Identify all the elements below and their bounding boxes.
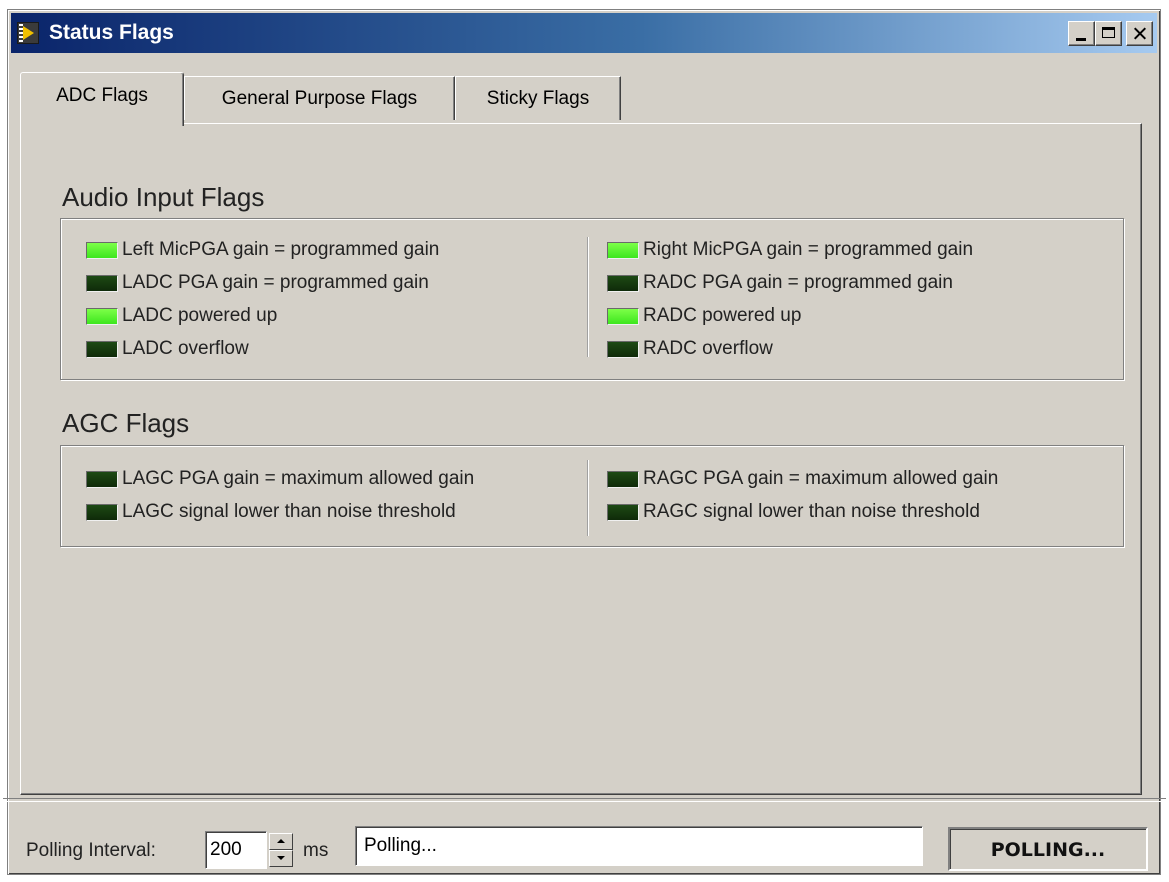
flag-label: Left MicPGA gain = programmed gain bbox=[122, 239, 440, 260]
tab-sticky-flags[interactable]: Sticky Flags bbox=[455, 76, 621, 120]
led-indicator-off bbox=[607, 503, 639, 521]
led-indicator-off bbox=[607, 274, 639, 292]
polling-interval-label: Polling Interval: bbox=[26, 840, 156, 861]
led-indicator-off bbox=[86, 503, 118, 521]
flag-label: RADC overflow bbox=[643, 338, 773, 359]
window-title: Status Flags bbox=[49, 21, 174, 44]
interval-spinner[interactable] bbox=[269, 833, 293, 867]
flag-ragc-signal-low: RAGC signal lower than noise threshold bbox=[607, 498, 980, 526]
flag-label: LADC overflow bbox=[122, 338, 249, 359]
flag-radc-powered-up: RADC powered up bbox=[607, 302, 801, 330]
flag-radc-pga-gain: RADC PGA gain = programmed gain bbox=[607, 269, 953, 297]
group-divider bbox=[587, 237, 588, 357]
title-bar[interactable]: Status Flags bbox=[11, 13, 1157, 53]
flag-label: RADC powered up bbox=[643, 305, 802, 326]
spin-up-button[interactable] bbox=[269, 833, 293, 850]
led-indicator-off bbox=[86, 470, 118, 488]
led-indicator-on bbox=[607, 307, 639, 325]
flag-ragc-pga-gain: RAGC PGA gain = maximum allowed gain bbox=[607, 465, 998, 493]
led-indicator-off bbox=[607, 470, 639, 488]
flag-lagc-signal-low: LAGC signal lower than noise threshold bbox=[86, 498, 456, 526]
flag-label: Right MicPGA gain = programmed gain bbox=[643, 239, 974, 260]
tab-general-purpose-flags[interactable]: General Purpose Flags bbox=[184, 76, 455, 120]
flag-label: LADC PGA gain = programmed gain bbox=[122, 272, 429, 293]
flag-label: LAGC signal lower than noise threshold bbox=[122, 501, 456, 522]
audio-input-flags-group: Left MicPGA gain = programmed gain LADC … bbox=[60, 218, 1124, 380]
close-button[interactable] bbox=[1126, 21, 1153, 46]
minimize-button[interactable] bbox=[1068, 21, 1095, 46]
led-indicator-off bbox=[607, 340, 639, 358]
tab-adc-flags[interactable]: ADC Flags bbox=[20, 72, 184, 126]
flag-ladc-overflow: LADC overflow bbox=[86, 335, 249, 363]
flag-label: LADC powered up bbox=[122, 305, 278, 326]
group-divider bbox=[587, 460, 588, 536]
audio-input-flags-heading: Audio Input Flags bbox=[62, 182, 265, 212]
led-indicator-on bbox=[607, 241, 639, 259]
flag-left-micpga-gain: Left MicPGA gain = programmed gain bbox=[86, 236, 439, 264]
led-indicator-off bbox=[86, 340, 118, 358]
flag-label: RAGC PGA gain = maximum allowed gain bbox=[643, 468, 999, 489]
flag-right-micpga-gain: Right MicPGA gain = programmed gain bbox=[607, 236, 973, 264]
led-indicator-on bbox=[86, 307, 118, 325]
labview-icon[interactable] bbox=[17, 22, 39, 44]
flag-ladc-powered-up: LADC powered up bbox=[86, 302, 277, 330]
flag-label: RAGC signal lower than noise threshold bbox=[643, 501, 980, 522]
agc-flags-heading: AGC Flags bbox=[62, 408, 190, 438]
status-text-field: Polling... bbox=[355, 826, 923, 866]
led-indicator-off bbox=[86, 274, 118, 292]
flag-ladc-pga-gain: LADC PGA gain = programmed gain bbox=[86, 269, 429, 297]
flag-lagc-pga-gain: LAGC PGA gain = maximum allowed gain bbox=[86, 465, 474, 493]
flag-radc-overflow: RADC overflow bbox=[607, 335, 773, 363]
polling-interval-input[interactable]: 200 bbox=[205, 831, 267, 869]
maximize-button[interactable] bbox=[1095, 21, 1122, 46]
flag-label: RADC PGA gain = programmed gain bbox=[643, 272, 953, 293]
flag-label: LAGC PGA gain = maximum allowed gain bbox=[122, 468, 475, 489]
spin-down-button[interactable] bbox=[269, 850, 293, 867]
status-separator bbox=[3, 798, 1166, 802]
polling-button[interactable]: POLLING... bbox=[948, 827, 1148, 871]
interval-unit-label: ms bbox=[303, 840, 329, 861]
led-indicator-on bbox=[86, 241, 118, 259]
agc-flags-group: LAGC PGA gain = maximum allowed gain LAG… bbox=[60, 445, 1124, 547]
